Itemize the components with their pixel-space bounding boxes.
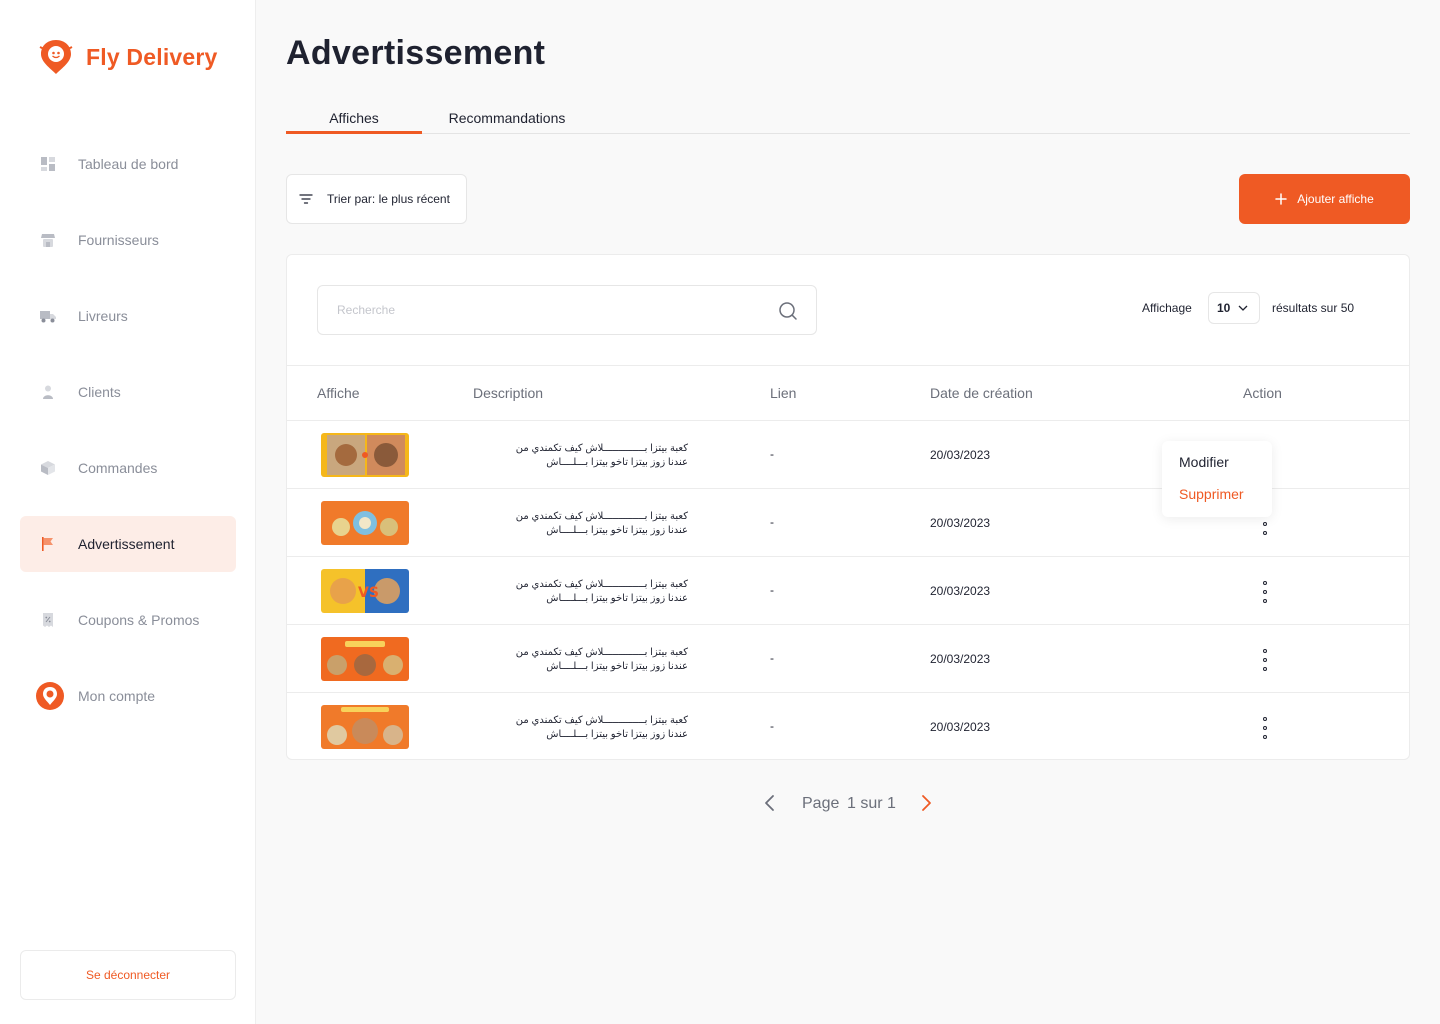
affiche-thumbnail[interactable]: VS: [321, 569, 409, 613]
svg-text:VS: VS: [358, 585, 379, 601]
affiche-thumbnail[interactable]: [321, 501, 409, 545]
sidebar-item-label: Mon compte: [78, 688, 156, 704]
column-header-action: Action: [1243, 385, 1282, 401]
page-indicator: 1 sur 1: [847, 795, 896, 812]
user-icon: [38, 382, 58, 402]
row-link: -: [770, 515, 774, 529]
truck-icon: [38, 306, 58, 326]
sidebar-item-tableau-de-bord[interactable]: Tableau de bord: [20, 136, 236, 192]
app-name: Fly Delivery: [86, 43, 218, 70]
row-link: -: [770, 719, 774, 733]
sidebar-item-label: Tableau de bord: [78, 156, 179, 172]
pagination: Page 1 sur 1: [760, 790, 940, 820]
affiche-thumbnail[interactable]: [321, 705, 409, 749]
sidebar-item-label: Fournisseurs: [78, 232, 159, 248]
row-actions-kebab-icon[interactable]: [1259, 581, 1271, 603]
dashboard-icon: [38, 154, 58, 174]
tab-bar: Affiches Recommandations: [286, 104, 1410, 134]
column-header-date: Date de création: [930, 385, 1033, 401]
logout-button[interactable]: Se déconnecter: [20, 950, 236, 1000]
sidebar-item-label: Coupons & Promos: [78, 612, 200, 628]
page-title: Advertissement: [286, 34, 546, 72]
row-date: 20/03/2023: [930, 448, 991, 462]
page-size-select[interactable]: 10: [1208, 292, 1260, 324]
filter-icon: [299, 194, 313, 204]
sidebar-item-coupons-promos[interactable]: Coupons & Promos: [20, 592, 236, 648]
avatar-icon: [35, 681, 65, 711]
plus-icon: [1275, 193, 1287, 205]
sidebar-item-clients[interactable]: Clients: [20, 364, 236, 420]
table-row: كعبة بيتزا بــــــــــــــلاش كيف تكمندي…: [287, 625, 1409, 693]
fly-delivery-logo-icon: [39, 40, 73, 74]
affiche-thumbnail[interactable]: [321, 637, 409, 681]
row-action-menu: Modifier Supprimer: [1162, 441, 1272, 517]
column-header-lien: Lien: [770, 385, 797, 401]
sidebar-item-fournisseurs[interactable]: Fournisseurs: [20, 212, 236, 268]
sidebar-item-label: Advertissement: [78, 536, 175, 552]
add-affiche-button[interactable]: Ajouter affiche: [1239, 174, 1410, 224]
chevron-left-icon[interactable]: [760, 793, 780, 813]
page-size-value: 10: [1217, 301, 1231, 315]
row-actions-kebab-icon[interactable]: [1259, 649, 1271, 671]
box-icon: [38, 458, 58, 478]
add-affiche-label: Ajouter affiche: [1297, 192, 1374, 206]
affiche-thumbnail[interactable]: [321, 433, 409, 477]
sidebar-item-livreurs[interactable]: Livreurs: [20, 288, 236, 344]
sidebar-item-commandes[interactable]: Commandes: [20, 440, 236, 496]
search-icon[interactable]: [778, 301, 798, 321]
row-link: -: [770, 651, 774, 665]
table-header: Affiche Description Lien Date de créatio…: [287, 365, 1409, 421]
flag-icon: [38, 534, 58, 554]
row-date: 20/03/2023: [930, 652, 991, 666]
column-header-description: Description: [473, 385, 544, 401]
store-icon: [38, 230, 58, 250]
row-description: كعبة بيتزا بــــــــــــــلاش كيف تكمندي…: [515, 579, 688, 604]
sort-label: Trier par: le plus récent: [327, 192, 450, 206]
row-description: كعبة بيتزا بــــــــــــــلاش كيف تكمندي…: [515, 715, 688, 740]
row-actions-kebab-icon[interactable]: [1259, 717, 1271, 739]
sidebar: Fly Delivery Tableau de bord Fournisseur…: [0, 0, 256, 1024]
table-row: VS كعبة بيتزا بــــــــــــــلاش كيف تكم…: [287, 557, 1409, 625]
row-date: 20/03/2023: [930, 720, 991, 734]
tab-recommandations[interactable]: Recommandations: [437, 104, 577, 134]
search-input[interactable]: [318, 286, 768, 334]
sidebar-item-label: Livreurs: [78, 308, 128, 324]
chevron-right-icon[interactable]: [916, 793, 936, 813]
search-box: [317, 285, 817, 335]
tab-affiches[interactable]: Affiches: [286, 104, 422, 134]
column-header-affiche: Affiche: [317, 385, 360, 401]
row-description: كعبة بيتزا بــــــــــــــلاش كيف تكمندي…: [515, 511, 688, 536]
results-count: résultats sur 50: [1272, 301, 1355, 315]
row-date: 20/03/2023: [930, 516, 991, 530]
row-link: -: [770, 447, 774, 461]
row-description: كعبة بيتزا بــــــــــــــلاش كيف تكمندي…: [515, 647, 688, 672]
sidebar-item-label: Clients: [78, 384, 121, 400]
row-link: -: [770, 583, 774, 597]
sidebar-item-advertissement[interactable]: Advertissement: [20, 516, 236, 572]
receipt-icon: [38, 610, 58, 630]
edit-menu-item[interactable]: Modifier: [1179, 454, 1229, 470]
sidebar-item-mon-compte[interactable]: Mon compte: [20, 668, 236, 724]
sidebar-item-label: Commandes: [78, 460, 158, 476]
delete-menu-item[interactable]: Supprimer: [1179, 486, 1244, 502]
table-row: كعبة بيتزا بــــــــــــــلاش كيف تكمندي…: [287, 693, 1409, 761]
row-date: 20/03/2023: [930, 584, 991, 598]
sort-button[interactable]: Trier par: le plus récent: [286, 174, 467, 224]
chevron-down-icon: [1238, 305, 1248, 311]
page-label: Page: [802, 795, 840, 812]
page-size-label: Affichage: [1142, 301, 1192, 315]
app-logo[interactable]: Fly Delivery: [38, 38, 218, 76]
row-description: كعبة بيتزا بــــــــــــــلاش كيف تكمندي…: [515, 443, 688, 468]
